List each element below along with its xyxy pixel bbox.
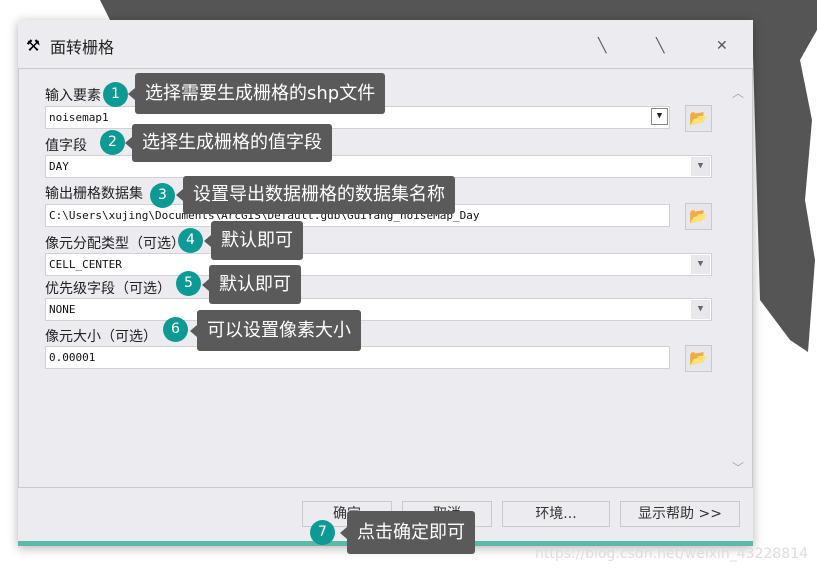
dialog-title: 面转栅格 (50, 38, 115, 57)
priority-field-value: NONE (49, 303, 76, 316)
cell-assignment-dropdown[interactable]: CELL_CENTER ▼ (45, 253, 712, 276)
input-features-value: noisemap1 (49, 111, 109, 124)
minimize-icon[interactable]: ╲ (656, 38, 672, 54)
callout-number-6: 6 (163, 317, 188, 342)
chevron-down-icon[interactable]: ▼ (691, 300, 710, 319)
browse-folder-button[interactable]: 📂 (685, 105, 712, 132)
callout-number-1: 1 (103, 82, 128, 107)
callout-number-4: 4 (178, 228, 203, 253)
callout-tooltip-7: 点击确定即可 (340, 511, 475, 554)
label-input-features: 输入要素 (45, 88, 101, 104)
label-priority-field: 优先级字段（可选） (45, 281, 171, 297)
label-cell-assignment: 像元分配类型（可选） (45, 236, 185, 252)
browse-folder-button[interactable]: 📂 (685, 345, 712, 372)
label-cell-size: 像元大小（可选） (45, 329, 157, 345)
priority-field-dropdown[interactable]: NONE ▼ (45, 298, 712, 321)
scroll-down-icon[interactable]: ﹀ (728, 459, 748, 476)
chevron-down-icon[interactable]: ▼ (691, 255, 710, 274)
scroll-up-icon[interactable]: ︿ (728, 84, 748, 101)
callout-number-5: 5 (176, 271, 201, 296)
hammer-icon: ⚒ (26, 36, 41, 55)
callout-tooltip-2: 选择生成栅格的值字段 (125, 124, 332, 162)
environments-button[interactable]: 环境... (502, 501, 610, 527)
chevron-down-icon[interactable]: ▼ (651, 108, 668, 125)
close-icon[interactable]: ✕ (716, 38, 732, 54)
callout-tooltip-5: 默认即可 (202, 265, 301, 304)
label-value-field: 值字段 (45, 138, 87, 154)
callout-number-3: 3 (150, 183, 175, 208)
vertical-scrollbar[interactable]: ︿ ﹀ (728, 84, 748, 476)
pin-icon[interactable]: ╲ (598, 38, 614, 54)
watermark: https://blog.csdn.net/weixin_43228814 (535, 546, 809, 562)
callout-tooltip-4: 默认即可 (204, 221, 303, 260)
callout-number-7: 7 (310, 520, 335, 545)
chevron-down-icon[interactable]: ▼ (691, 157, 710, 176)
value-field-value: DAY (49, 160, 69, 173)
browse-folder-button[interactable]: 📂 (685, 203, 712, 230)
callout-tooltip-3: 设置导出数据栅格的数据集名称 (176, 176, 455, 214)
cell-assignment-value: CELL_CENTER (49, 258, 122, 271)
callout-tooltip-6: 可以设置像素大小 (190, 310, 361, 351)
label-output-raster: 输出栅格数据集 (45, 186, 143, 202)
show-help-button[interactable]: 显示帮助 >> (620, 501, 740, 527)
callout-number-2: 2 (100, 130, 125, 155)
callout-tooltip-1: 选择需要生成栅格的shp文件 (127, 73, 386, 114)
